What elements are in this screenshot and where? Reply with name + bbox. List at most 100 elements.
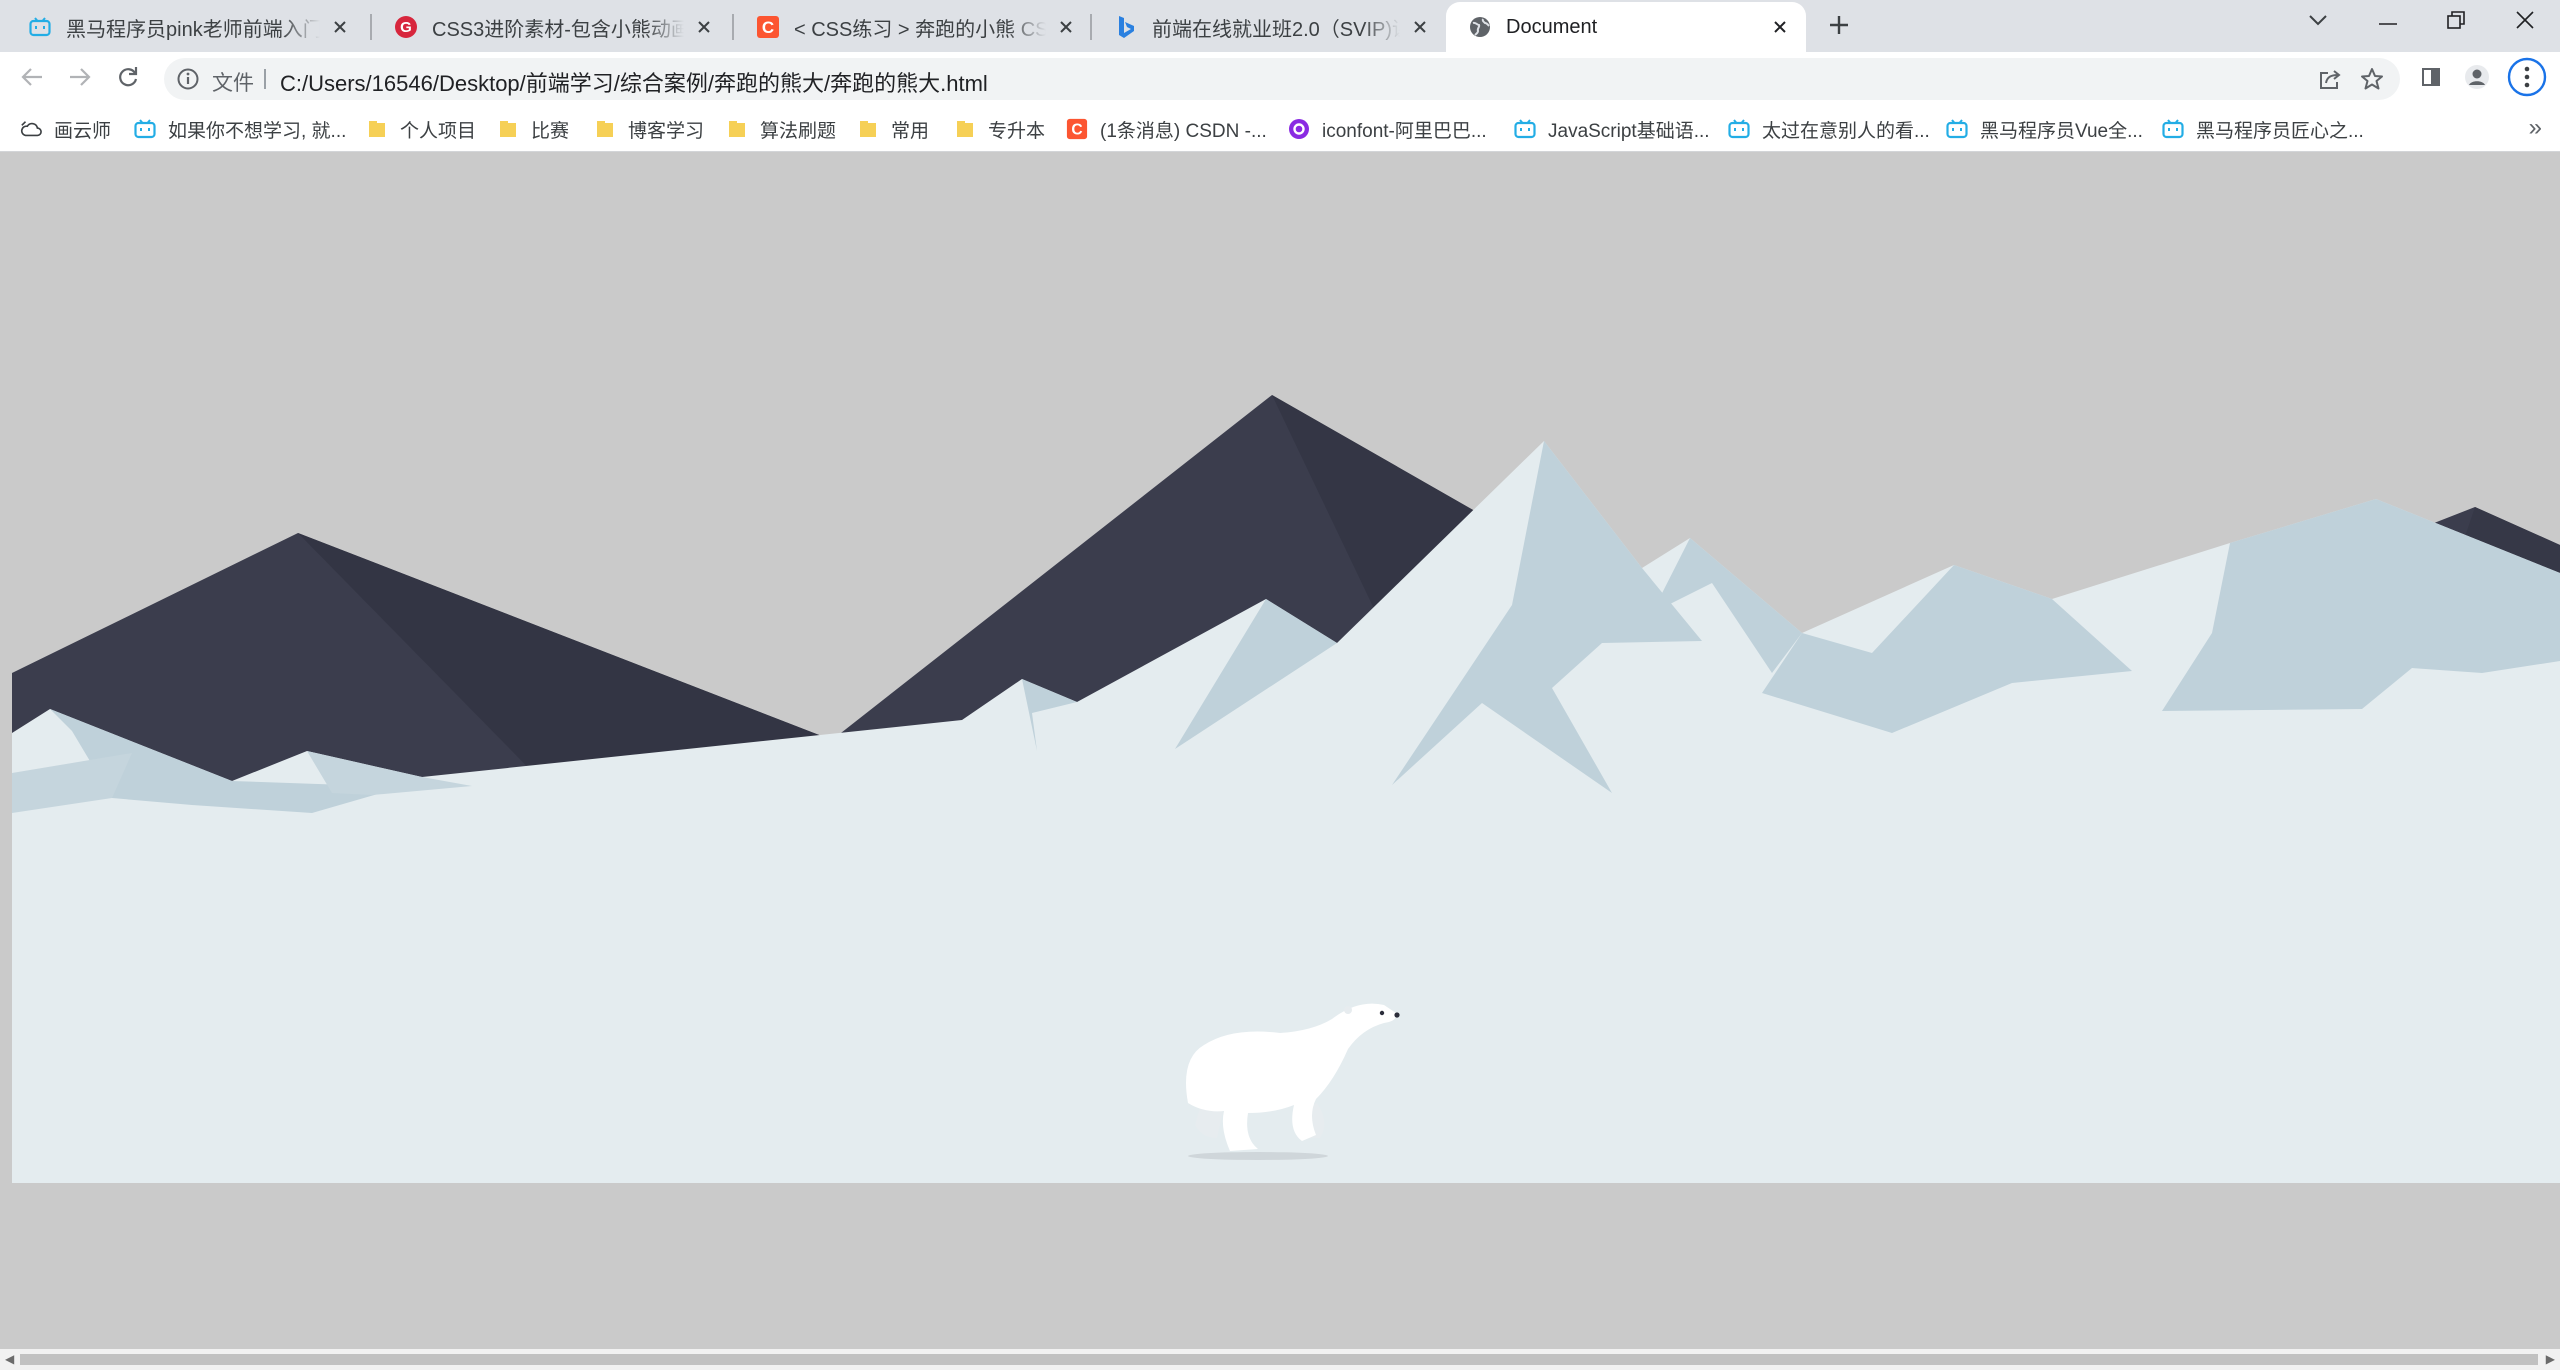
share-icon[interactable] (2314, 63, 2346, 95)
g-logo-icon: G (394, 15, 418, 39)
bilibili-icon (1514, 118, 1536, 140)
tab-csdn-css-practice[interactable]: C < CSS练习 > 奔跑的小熊 CSS3动 (734, 2, 1092, 52)
bookmark-folder-upgrade[interactable]: 专升本 (954, 115, 1045, 143)
tab-svip-course[interactable]: 前端在线就业班2.0（SVIP)课程· (1092, 2, 1446, 52)
tab-title: Document (1506, 15, 1598, 38)
bookmark-bilibili-js[interactable]: JavaScript基础语... (1514, 115, 1710, 143)
bookmark-huayunshi[interactable]: 画云师 (20, 115, 111, 143)
close-tab-icon[interactable] (1408, 15, 1432, 39)
svg-text:C: C (762, 18, 774, 37)
csdn-icon: C (756, 15, 780, 39)
bookmark-bilibili-vue[interactable]: 黑马程序员Vue全... (1946, 115, 2143, 143)
page-viewport (0, 153, 2560, 1349)
bookmarks-overflow-button[interactable]: » (2529, 114, 2542, 142)
tab-title: CSS3进阶素材-包含小熊动画.rar (432, 18, 684, 41)
avatar-icon (2464, 64, 2490, 95)
globe-icon (1468, 15, 1492, 39)
close-tab-icon[interactable] (1768, 15, 1792, 39)
bookmark-label: 个人项目 (400, 120, 477, 142)
close-tab-icon[interactable] (328, 15, 352, 39)
bookmark-folder-blog[interactable]: 博客学习 (594, 115, 704, 143)
kebab-menu-icon (2507, 57, 2547, 102)
bookmark-folder-algorithms[interactable]: 算法刷题 (726, 115, 836, 143)
scroll-left-arrow-icon[interactable]: ◀ (5, 1352, 14, 1366)
tab-title: 黑马程序员pink老师前端入门教程 (66, 18, 320, 41)
new-tab-button[interactable] (1819, 5, 1859, 45)
bookmark-label: 黑马程序员匠心之... (2196, 120, 2364, 142)
bookmark-folder-personal[interactable]: 个人项目 (366, 115, 476, 143)
close-icon (2516, 10, 2534, 34)
close-tab-icon[interactable] (692, 15, 716, 39)
bookmark-label: JavaScript基础语... (1548, 120, 1710, 142)
bilibili-icon (2162, 118, 2184, 140)
address-bar[interactable]: 文件 C:/Users/16546/Desktop/前端学习/综合案例/奔跑的熊… (164, 58, 2400, 100)
bookmark-label: 专升本 (988, 120, 1046, 142)
tab-css3-materials[interactable]: G CSS3进阶素材-包含小熊动画.rar (372, 2, 730, 52)
folder-icon (857, 118, 879, 140)
tab-document[interactable]: Document (1446, 2, 1806, 52)
csdn-icon: C (1066, 118, 1088, 140)
bookmark-label: 比赛 (531, 120, 570, 142)
tab-strip: 黑马程序员pink老师前端入门教程 G CSS3进阶素材-包含小熊动画.rar … (0, 0, 2560, 52)
bookmark-folder-common[interactable]: 常用 (857, 115, 929, 143)
tab-bilibili-pink[interactable]: 黑马程序员pink老师前端入门教程 (6, 2, 366, 52)
minimize-icon (2379, 13, 2397, 31)
restore-button[interactable] (2436, 2, 2476, 42)
bear-ear (1344, 1006, 1352, 1014)
close-tab-icon[interactable] (1054, 15, 1078, 39)
cloud-icon (20, 118, 42, 140)
star-icon[interactable] (2356, 63, 2388, 95)
scrollbar-thumb[interactable] (20, 1354, 2538, 1365)
bing-icon (1114, 15, 1138, 39)
scroll-right-arrow-icon[interactable]: ▶ (2546, 1352, 2555, 1366)
minimize-button[interactable] (2368, 2, 2408, 42)
bilibili-icon (134, 118, 156, 140)
profile-button[interactable] (2457, 59, 2497, 99)
bilibili-icon (1946, 118, 1968, 140)
tab-title: < CSS练习 > 奔跑的小熊 CSS3动 (794, 18, 1046, 41)
svg-text:G: G (400, 19, 412, 36)
arrow-right-icon (69, 67, 91, 92)
horizontal-scrollbar[interactable]: ◀ ▶ (0, 1349, 2560, 1370)
url-text[interactable]: C:/Users/16546/Desktop/前端学习/综合案例/奔跑的熊大/奔… (280, 66, 988, 98)
back-button[interactable] (12, 59, 52, 99)
folder-icon (366, 118, 388, 140)
bear-shadow (1188, 1152, 1328, 1160)
bookmark-bilibili-1[interactable]: 如果你不想学习, 就... (134, 115, 346, 143)
scene-illustration (12, 395, 2560, 1183)
side-panel-button[interactable] (2411, 59, 2451, 99)
bilibili-icon (1728, 118, 1750, 140)
folder-icon (497, 118, 519, 140)
bookmark-csdn[interactable]: C (1条消息) CSDN -... (1066, 115, 1267, 143)
bookmark-folder-competition[interactable]: 比赛 (497, 115, 569, 143)
bookmark-bilibili-craftsman[interactable]: 黑马程序员匠心之... (2162, 115, 2364, 143)
reload-icon (117, 66, 139, 93)
chevron-down-icon (2308, 13, 2328, 31)
folder-icon (726, 118, 748, 140)
bookmark-iconfont[interactable]: iconfont-阿里巴巴... (1288, 115, 1487, 143)
bookmark-label: 黑马程序员Vue全... (1980, 120, 2143, 142)
close-window-button[interactable] (2505, 2, 2545, 42)
bookmark-label: 如果你不想学习, 就... (168, 120, 347, 142)
forward-button[interactable] (60, 59, 100, 99)
folder-icon (954, 118, 976, 140)
restore-icon (2447, 10, 2465, 34)
bilibili-icon (28, 15, 52, 39)
bookmark-label: (1条消息) CSDN -... (1100, 120, 1267, 142)
tab-search-button[interactable] (2298, 2, 2338, 42)
browser-window: 黑马程序员pink老师前端入门教程 G CSS3进阶素材-包含小熊动画.rar … (0, 0, 2560, 1370)
bookmark-label: 算法刷题 (760, 120, 837, 142)
info-icon[interactable] (176, 67, 200, 91)
bookmark-label: 博客学习 (628, 120, 705, 142)
menu-button[interactable] (2507, 57, 2547, 102)
iconfont-icon (1288, 118, 1310, 140)
bookmarks-bar: 画云师 如果你不想学习, 就... 个人项目 比赛 博客学习 算法刷题 常用 专… (0, 106, 2560, 152)
bookmark-bilibili-opinion[interactable]: 太过在意别人的看... (1728, 115, 1930, 143)
reload-button[interactable] (108, 59, 148, 99)
arrow-left-icon (21, 67, 43, 92)
bookmark-label: 太过在意别人的看... (1762, 120, 1930, 142)
bookmark-label: 常用 (891, 120, 930, 142)
folder-icon (594, 118, 616, 140)
bear-nose (1394, 1012, 1400, 1018)
tab-title: 前端在线就业班2.0（SVIP)课程· (1152, 18, 1400, 41)
